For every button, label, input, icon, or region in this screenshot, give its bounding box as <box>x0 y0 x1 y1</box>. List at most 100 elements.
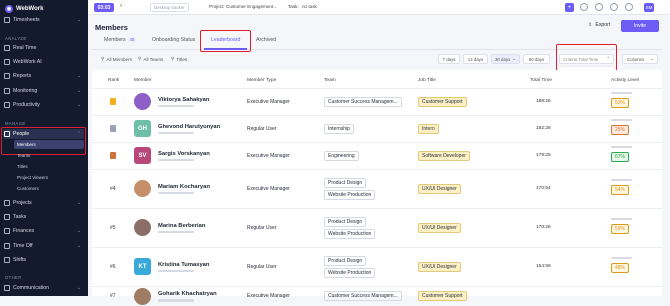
range-7-days[interactable]: 7 days <box>438 54 460 64</box>
task-label: Task: <box>288 4 299 9</box>
range-14-days[interactable]: 14 days <box>463 54 488 64</box>
tab-archived[interactable]: Archived <box>256 37 276 43</box>
members-filter-icon: ⚲ <box>101 56 105 61</box>
notification-icon[interactable] <box>625 3 633 11</box>
team-tag[interactable]: Website Production <box>324 267 376 278</box>
time-off-icon <box>4 243 10 249</box>
member-name[interactable]: Sargis Vorskanyan <box>158 151 210 157</box>
grid-icon[interactable] <box>580 3 588 11</box>
sidebar-item-monitoring[interactable]: Monitoring ⌄ <box>3 86 85 96</box>
member-email <box>158 230 194 233</box>
sidebar-item-label: Monitoring <box>13 88 38 94</box>
total-time: 170:54 <box>536 185 551 191</box>
header-rank: Rank <box>108 78 120 83</box>
member-name[interactable]: Mariam Kocharyan <box>158 184 210 190</box>
range-30-days[interactable]: 30 days ⌄ <box>491 54 520 64</box>
job-title-tag[interactable]: UX/UI Designer <box>418 183 461 194</box>
app-logo[interactable]: ◉ WebWork <box>5 4 43 14</box>
member-type: Executive Manager <box>247 293 290 299</box>
task-value[interactable]: no task <box>302 4 317 9</box>
team-tag[interactable]: Internship <box>324 123 354 134</box>
chevron-down-icon: ⌄ <box>76 228 81 234</box>
rank-label: #6 <box>110 263 116 270</box>
job-title-tag[interactable]: UX/UI Designer <box>418 261 461 272</box>
columns-button[interactable]: Columns ⌄ <box>622 54 658 64</box>
avatar[interactable]: SV <box>134 147 151 164</box>
project-label: Project: <box>209 4 225 9</box>
sidebar-sub-titles[interactable]: Titles <box>17 164 28 169</box>
sidebar-sub-project-viewers[interactable]: Project Viewers <box>17 175 48 180</box>
job-title-tag[interactable]: Software Developer <box>418 150 470 161</box>
sidebar-item-tasks[interactable]: Tasks <box>3 212 85 222</box>
top-bar: 03:03 ‹ Desktop tracker Project: Custome… <box>88 0 670 15</box>
team-tag[interactable]: Customer Success Managem... <box>324 96 402 107</box>
avatar[interactable] <box>134 287 151 305</box>
avatar[interactable] <box>134 180 151 197</box>
tab-members[interactable]: Members 45 <box>104 37 137 43</box>
teams-filter[interactable]: ⚲ All Teams <box>138 56 163 62</box>
chevron-down-icon: ⌄ <box>76 88 81 94</box>
sidebar-item-timesheets[interactable]: Timesheets ⌄ <box>3 15 85 25</box>
desktop-tracker-button[interactable]: Desktop tracker <box>150 3 189 12</box>
export-button[interactable]: ⇪ Export <box>588 22 610 28</box>
productivity-icon <box>4 102 10 108</box>
team-tag[interactable]: Product Design <box>324 216 367 227</box>
project-value[interactable]: Customer Engagement... <box>226 4 277 9</box>
job-title-tag[interactable]: Intern <box>418 123 439 134</box>
sidebar-item-label: Shifts <box>13 257 26 263</box>
sidebar-item-communication[interactable]: Communication ⌄ <box>3 283 85 293</box>
sidebar-item-projects[interactable]: Projects ⌄ <box>3 198 85 208</box>
columns-label: Columns <box>627 56 645 62</box>
sidebar-item-reports[interactable]: Reports ⌄ <box>3 71 85 81</box>
job-title-tag[interactable]: Customer Support <box>418 96 467 107</box>
user-avatar[interactable]: SM <box>644 3 654 12</box>
tab-onboarding-status[interactable]: Onboarding Status <box>152 37 195 43</box>
member-email <box>158 104 194 107</box>
titles-filter[interactable]: ⚲ Titles <box>171 56 187 62</box>
team-tag[interactable]: Website Production <box>324 189 376 200</box>
avatar[interactable] <box>134 93 151 110</box>
member-name[interactable]: Marina Berberian <box>158 223 205 229</box>
sidebar-item-real-time[interactable]: Real Time <box>3 43 85 53</box>
member-name[interactable]: Ghevond Harutyunyan <box>158 124 220 130</box>
sidebar-item-productivity[interactable]: Productivity ⌄ <box>3 100 85 110</box>
sidebar-item-webwork-ai[interactable]: WebWork AI <box>3 57 85 67</box>
header-activity-level[interactable]: Activity Level <box>611 78 639 83</box>
header-total-time[interactable]: Total Time <box>530 78 552 83</box>
members-filter[interactable]: ⚲ All Members <box>101 56 132 62</box>
member-name[interactable]: Goharik Khachatryan <box>158 291 217 297</box>
total-time: 179:25 <box>536 152 551 158</box>
sidebar: ◉ WebWork Timesheets ⌄ ANALYZE Real Time W… <box>0 0 88 296</box>
sidebar-sub-customers[interactable]: Customers <box>17 186 39 191</box>
team-tag[interactable]: Product Design <box>324 177 367 188</box>
member-name[interactable]: Viktorya Sahakyan <box>158 97 209 103</box>
app-name: WebWork <box>16 6 44 12</box>
help-icon[interactable] <box>610 3 618 11</box>
member-email <box>158 299 194 302</box>
job-title-tag[interactable]: Customer Support <box>418 291 467 301</box>
search-icon[interactable] <box>595 3 603 11</box>
invite-button[interactable]: Invite <box>621 20 659 32</box>
member-name[interactable]: Kristina Tumasyan <box>158 262 209 268</box>
avatar[interactable] <box>134 219 151 236</box>
total-time: 182:28 <box>536 125 551 131</box>
sidebar-item-time-off[interactable]: Time Off ⌄ <box>3 241 85 251</box>
timer-button[interactable]: 03:03 <box>94 3 114 12</box>
export-label: Export <box>595 22 611 28</box>
add-button[interactable]: + <box>565 3 574 12</box>
avatar[interactable]: GH <box>134 120 151 137</box>
chevron-down-icon: ⌄ <box>650 56 654 61</box>
team-tag[interactable]: Website Production <box>324 228 376 239</box>
team-tag[interactable]: Product Design <box>324 255 367 266</box>
sidebar-item-shifts[interactable]: Shifts <box>3 255 85 265</box>
avatar[interactable]: KT <box>134 258 151 275</box>
team-tag[interactable]: Engineering <box>324 150 359 161</box>
header-team: Team <box>324 78 336 83</box>
job-title-tag[interactable]: UX/UI Designer <box>418 222 461 233</box>
range-60-days[interactable]: 60 days <box>523 54 550 64</box>
sidebar-item-finances[interactable]: Finances ⌄ <box>3 226 85 236</box>
sidebar-sub-teams[interactable]: Teams <box>17 153 30 158</box>
back-chevron-icon[interactable]: ‹ <box>120 3 122 9</box>
sidebar-item-label: Real Time <box>13 45 37 51</box>
team-tag[interactable]: Customer Success Managem... <box>324 291 402 301</box>
